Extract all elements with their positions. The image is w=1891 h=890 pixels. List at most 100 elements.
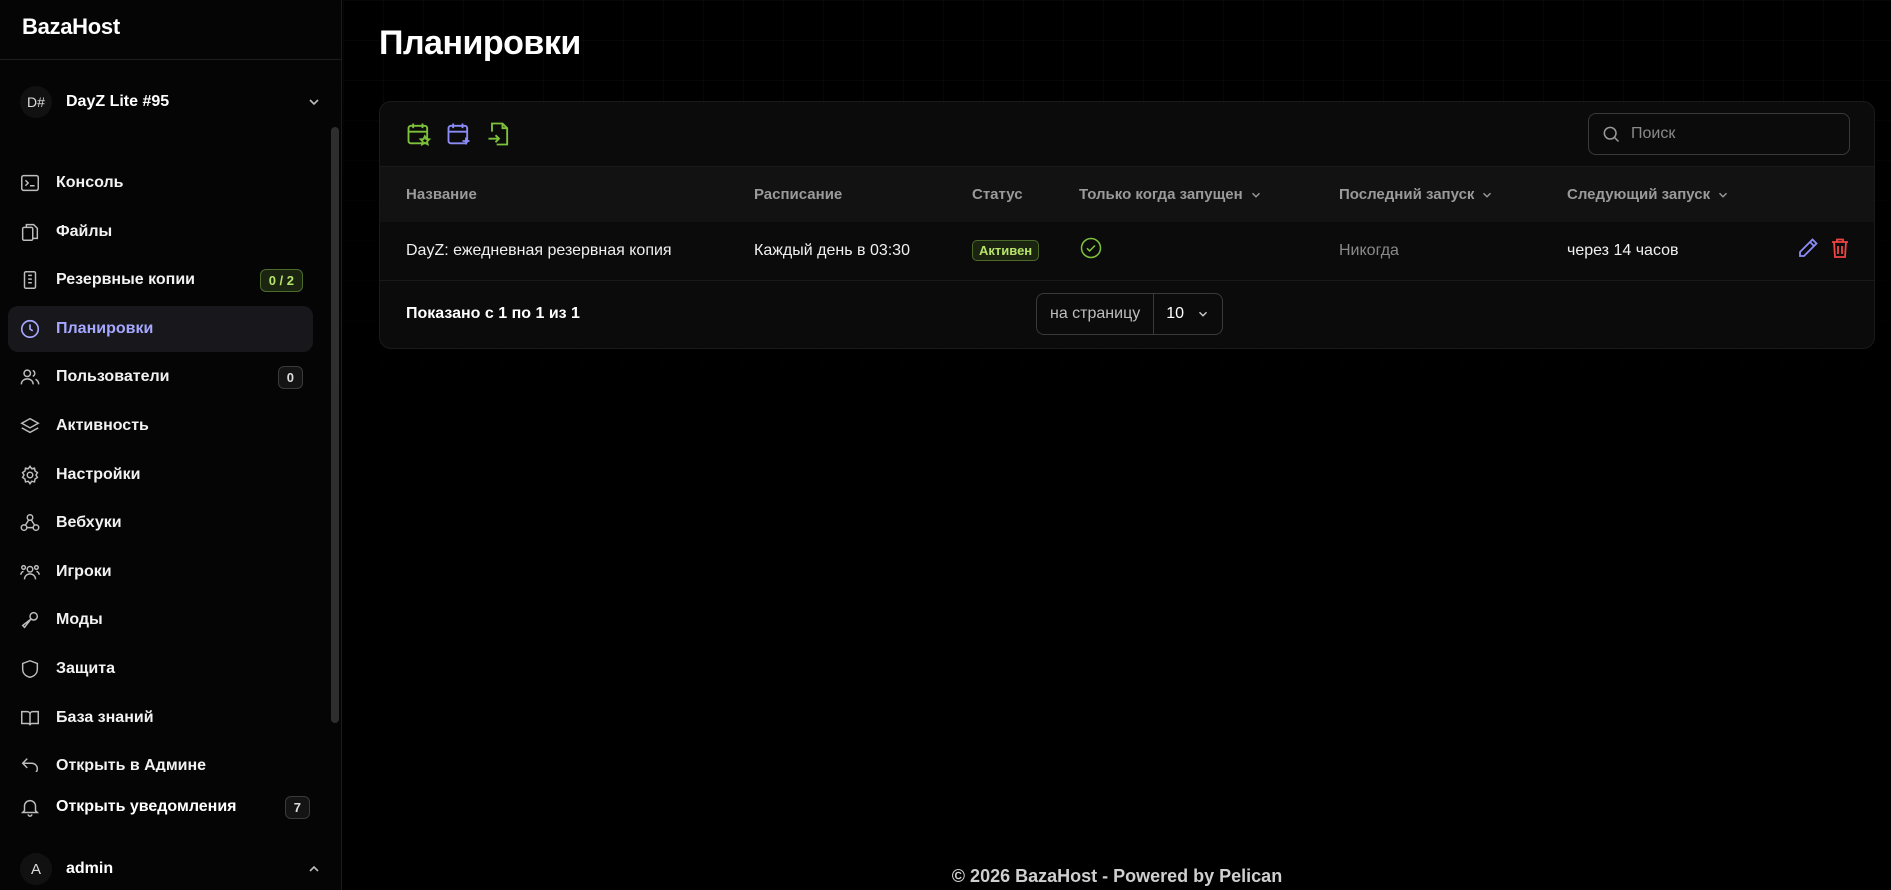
server-switcher[interactable]: D# DayZ Lite #95 <box>0 82 342 122</box>
table-pagination: Показано с 1 по 1 из 1 на страницу 10 <box>380 281 1874 347</box>
sidebar-item-label: Вебхуки <box>56 514 122 532</box>
sidebar-item-label: Консоль <box>56 174 124 191</box>
search-input[interactable] <box>1631 125 1831 143</box>
per-page-value: 10 <box>1166 304 1185 322</box>
chevron-up-icon <box>309 865 319 872</box>
files-icon <box>18 220 42 244</box>
per-page-label: на страницу <box>1037 293 1155 334</box>
book-icon <box>18 706 42 730</box>
users-count-badge: 0 <box>277 365 303 389</box>
sidebar-item-label: Файлы <box>56 222 113 240</box>
clock-icon <box>18 317 42 341</box>
column-header-status: Статус <box>972 186 1023 203</box>
bell-icon <box>18 795 42 819</box>
schedule-name[interactable]: DayZ: ежедневная резервная копия <box>380 222 728 280</box>
create-schedule-button[interactable] <box>444 119 474 149</box>
sidebar-scrollbar[interactable] <box>331 127 339 723</box>
main-content: Планировки Название Расписание Ст <box>343 0 1891 890</box>
edit-button[interactable] <box>1796 236 1820 265</box>
sidebar-item-console[interactable]: Консоль <box>8 160 313 206</box>
column-header-last-run[interactable]: Последний запуск <box>1313 167 1541 222</box>
sidebar-item-label: Игроки <box>56 562 112 580</box>
sidebar-item-users[interactable]: Пользователи 0 <box>8 354 313 400</box>
sort-chevron-icon <box>1719 192 1728 198</box>
terminal-icon <box>18 171 42 195</box>
server-avatar: D# <box>20 86 52 118</box>
user-menu[interactable]: A admin <box>0 848 342 890</box>
wrench-icon <box>18 608 42 632</box>
delete-button[interactable] <box>1828 236 1852 265</box>
column-header-only-running[interactable]: Только когда запущен <box>1053 167 1313 222</box>
import-file-button[interactable] <box>484 119 514 149</box>
database-icon <box>18 268 42 292</box>
shield-icon <box>18 657 42 681</box>
sidebar-item-label: База знаний <box>56 708 154 726</box>
per-page-control: на страницу 10 <box>1036 292 1224 335</box>
calendar-plus-icon <box>447 123 470 145</box>
players-icon <box>18 560 42 584</box>
page-footer: © 2026 BazaHost - Powered by Pelican <box>951 866 1283 886</box>
sidebar-item-label: Защита <box>56 659 115 677</box>
avatar: A <box>20 853 52 885</box>
table-toolbar <box>380 102 1874 167</box>
sort-chevron-icon <box>1483 192 1492 198</box>
chevron-down-icon <box>309 99 319 106</box>
sidebar-item-files[interactable]: Файлы <box>8 209 313 255</box>
users-icon <box>18 365 42 389</box>
chevron-down-icon <box>1199 311 1208 317</box>
sidebar: BazaHost D# DayZ Lite #95 Консоль Файлы … <box>0 0 342 890</box>
notifications-count-badge: 7 <box>284 795 310 819</box>
gear-icon <box>18 463 42 487</box>
sidebar-item-label: Настройки <box>56 465 141 483</box>
layers-icon <box>18 414 42 438</box>
arrow-back-icon <box>18 754 42 772</box>
sidebar-item-label: Активность <box>56 416 149 434</box>
last-run-value: Никогда <box>1339 241 1399 259</box>
next-run-value: через 14 часов <box>1567 241 1679 259</box>
table-row[interactable]: DayZ: ежедневная резервная копия Каждый … <box>380 222 1874 280</box>
sidebar-item-label: Планировки <box>56 319 154 337</box>
table-header-row: Название Расписание Статус Только когда … <box>380 167 1874 222</box>
search-box[interactable] <box>1588 113 1850 155</box>
import-schedule-button[interactable] <box>404 119 434 149</box>
sidebar-item-webhooks[interactable]: Вебхуки <box>8 500 313 546</box>
sidebar-item-players[interactable]: Игроки <box>8 549 313 595</box>
sidebar-item-label: Резервные копии <box>56 271 195 289</box>
open-notifications-button[interactable]: Открыть уведомления 7 <box>8 784 320 830</box>
sidebar-item-label: Пользователи <box>56 368 170 386</box>
pagination-summary: Показано с 1 по 1 из 1 <box>406 304 580 322</box>
column-header-actions <box>1751 167 1874 222</box>
page-title: Планировки <box>379 24 581 62</box>
schedule-cron: Каждый день в 03:30 <box>754 241 910 259</box>
check-circle-icon <box>1080 238 1102 259</box>
column-header-schedule: Расписание <box>754 186 843 203</box>
sidebar-item-settings[interactable]: Настройки <box>8 452 313 498</box>
row-actions <box>1777 236 1874 265</box>
sort-chevron-icon <box>1251 192 1260 198</box>
sidebar-item-activity[interactable]: Активность <box>8 403 313 449</box>
sidebar-item-knowledge-base[interactable]: База знаний <box>8 695 313 741</box>
sidebar-item-protection[interactable]: Защита <box>8 646 313 692</box>
user-name: admin <box>66 860 114 877</box>
notifications-label: Открыть уведомления <box>56 798 237 815</box>
sidebar-item-schedules[interactable]: Планировки <box>8 305 313 352</box>
sidebar-item-label: Моды <box>56 611 103 629</box>
brand-logo[interactable]: BazaHost <box>0 0 341 60</box>
sidebar-item-mods[interactable]: Моды <box>8 597 313 643</box>
status-badge: Активен <box>972 240 1040 262</box>
sidebar-nav: Консоль Файлы Резервные копии 0 / 2 План… <box>8 160 313 772</box>
sidebar-item-open-admin[interactable]: Открыть в Админе <box>8 743 313 772</box>
server-name: DayZ Lite #95 <box>66 93 170 110</box>
pencil-icon <box>1799 238 1818 258</box>
sidebar-item-label: Открыть в Админе <box>56 757 207 772</box>
sidebar-item-backups[interactable]: Резервные копии 0 / 2 <box>8 257 313 303</box>
column-header-name: Название <box>406 186 477 203</box>
per-page-select[interactable]: 10 <box>1154 294 1222 334</box>
backups-count-badge: 0 / 2 <box>259 268 303 292</box>
schedules-table-card: Название Расписание Статус Только когда … <box>379 101 1875 349</box>
search-icon <box>1603 126 1620 143</box>
file-import-icon <box>488 122 509 146</box>
column-header-next-run[interactable]: Следующий запуск <box>1541 167 1751 222</box>
schedules-table: Название Расписание Статус Только когда … <box>380 167 1874 281</box>
calendar-star-icon <box>407 123 432 147</box>
